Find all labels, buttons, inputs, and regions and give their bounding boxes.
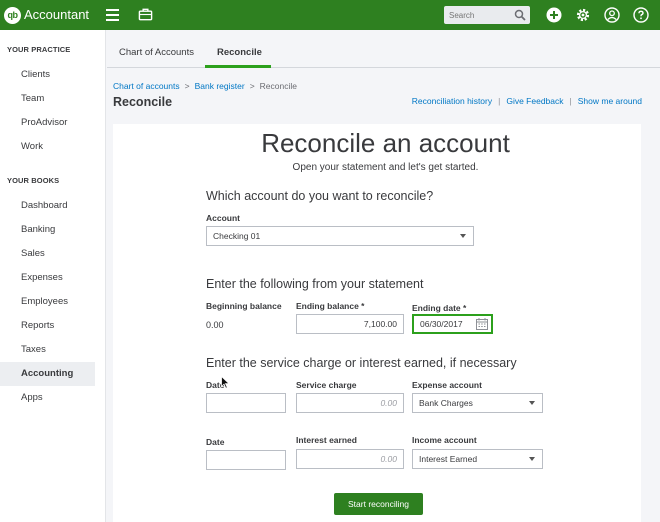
chevron-down-icon: [529, 457, 535, 461]
give-feedback-link[interactable]: Give Feedback: [506, 96, 563, 106]
reconciliation-history-link[interactable]: Reconciliation history: [412, 96, 492, 106]
sidebar-item-work[interactable]: Work: [0, 135, 95, 159]
user-icon[interactable]: [604, 7, 620, 23]
interest-earned-label: Interest earned: [296, 435, 357, 445]
sidebar-item-taxes[interactable]: Taxes: [0, 338, 95, 362]
ending-date-input[interactable]: 06/30/2017: [412, 314, 493, 334]
start-reconciling-button[interactable]: Start reconciling: [334, 493, 423, 515]
search-icon[interactable]: [514, 9, 526, 21]
ending-balance-input[interactable]: 7,100.00: [296, 314, 404, 334]
sidebar-item-clients[interactable]: Clients: [0, 63, 95, 87]
sidebar-item-banking[interactable]: Banking: [0, 218, 95, 242]
ending-balance-label: Ending balance *: [296, 301, 365, 311]
account-section-heading: Which account do you want to reconcile?: [206, 189, 434, 203]
reconcile-subtitle: Open your statement and let's get starte…: [292, 162, 479, 173]
account-label: Account: [206, 213, 240, 223]
quickbooks-logo[interactable]: qb: [4, 7, 21, 24]
brand-name[interactable]: Accountant: [24, 7, 89, 22]
plus-icon[interactable]: [546, 7, 562, 23]
calendar-icon[interactable]: [476, 318, 488, 330]
page-title: Reconcile: [113, 95, 173, 109]
sidebar-item-team[interactable]: Team: [0, 87, 95, 111]
sidebar-item-dashboard[interactable]: Dashboard: [0, 194, 95, 218]
menu-icon[interactable]: [106, 9, 119, 21]
account-select-value: Checking 01: [213, 231, 261, 241]
breadcrumb: Chart of accounts > Bank register > Reconcil…: [113, 81, 297, 91]
reconcile-heading: Reconcile an account: [261, 128, 510, 158]
ending-date-value: 06/30/2017: [420, 319, 463, 329]
breadcrumb-current: Reconcile: [259, 81, 297, 91]
chevron-down-icon: [529, 401, 535, 405]
service-charge-label: Service charge: [296, 380, 357, 390]
sidebar-heading-practice: YOUR PRACTICE: [7, 45, 71, 54]
tab-bar: Chart of Accounts Reconcile: [107, 41, 660, 68]
service-charge-input[interactable]: 0.00: [296, 393, 404, 413]
breadcrumb-bank-register[interactable]: Bank register: [195, 81, 245, 91]
sidebar-item-apps[interactable]: Apps: [0, 386, 95, 410]
sidebar-item-accounting[interactable]: Accounting: [0, 362, 95, 386]
mouse-cursor-icon: [221, 376, 230, 389]
date2-label: Date: [206, 437, 225, 447]
account-select[interactable]: Checking 01: [206, 226, 474, 246]
sidebar-item-proadvisor[interactable]: ProAdvisor: [0, 111, 95, 135]
service-date-input[interactable]: [206, 393, 286, 413]
breadcrumb-chart-of-accounts[interactable]: Chart of accounts: [113, 81, 180, 91]
link-divider: |: [569, 96, 572, 106]
tab-chart-of-accounts[interactable]: Chart of Accounts: [119, 47, 194, 58]
gear-icon[interactable]: [575, 7, 591, 23]
sidebar-heading-books: YOUR BOOKS: [7, 176, 60, 185]
beginning-balance-label: Beginning balance: [206, 301, 282, 311]
briefcase-icon[interactable]: [138, 7, 153, 22]
breadcrumb-separator: >: [184, 81, 190, 91]
expense-account-label: Expense account: [412, 380, 482, 390]
active-tab-indicator: [205, 65, 271, 68]
reconcile-card: Reconcile an account Open your statement…: [113, 124, 641, 522]
sidebar-item-expenses[interactable]: Expenses: [0, 266, 95, 290]
sidebar-item-reports[interactable]: Reports: [0, 314, 95, 338]
tab-reconcile[interactable]: Reconcile: [217, 47, 262, 58]
help-icon[interactable]: [633, 7, 649, 23]
search-box: [444, 6, 530, 24]
ending-date-label: Ending date *: [412, 303, 467, 313]
link-divider: |: [498, 96, 501, 106]
show-me-around-link[interactable]: Show me around: [578, 96, 642, 106]
header-links: Reconciliation history | Give Feedback | Sho…: [412, 96, 642, 106]
chevron-down-icon: [460, 234, 466, 238]
breadcrumb-separator: >: [249, 81, 255, 91]
interest-earned-input[interactable]: 0.00: [296, 449, 404, 469]
sidebar: YOUR PRACTICE Clients Team ProAdvisor Wo…: [0, 30, 106, 522]
sidebar-item-sales[interactable]: Sales: [0, 242, 95, 266]
income-account-select[interactable]: Interest Earned: [412, 449, 543, 469]
sidebar-item-employees[interactable]: Employees: [0, 290, 95, 314]
interest-date-input[interactable]: [206, 450, 286, 470]
income-account-label: Income account: [412, 435, 477, 445]
top-bar: qb Accountant: [0, 0, 660, 30]
search-input[interactable]: [444, 6, 512, 24]
expense-account-select[interactable]: Bank Charges: [412, 393, 543, 413]
beginning-balance-value: 0.00: [206, 320, 224, 330]
statement-section-heading: Enter the following from your statement: [206, 277, 424, 291]
income-account-value: Interest Earned: [419, 454, 478, 464]
expense-account-value: Bank Charges: [419, 398, 473, 408]
service-section-heading: Enter the service charge or interest ear…: [206, 356, 517, 370]
